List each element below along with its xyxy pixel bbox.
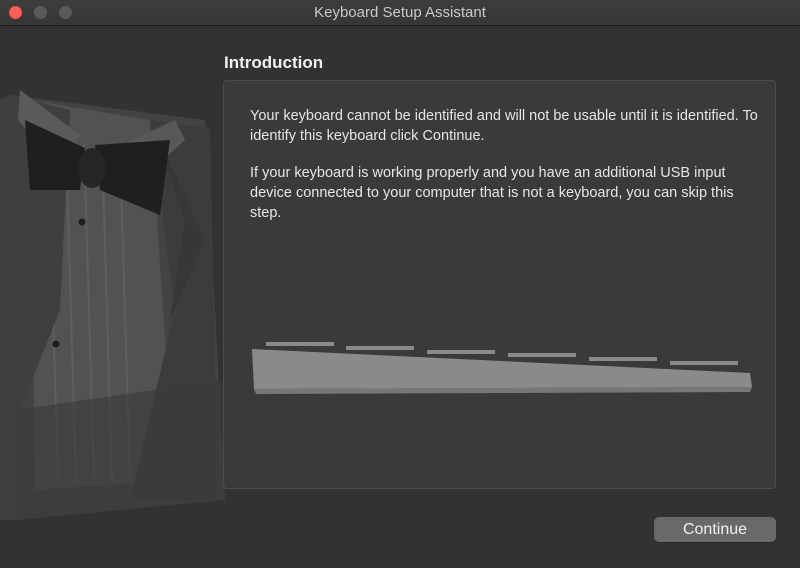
skip-paragraph: If your keyboard is working properly and… <box>250 165 734 221</box>
continue-button[interactable]: Continue <box>654 517 776 542</box>
intro-paragraph: Your keyboard cannot be identified and w… <box>250 108 758 144</box>
keyboard-illustration <box>252 342 752 394</box>
tuxedo-illustration <box>0 90 225 520</box>
content-panel: Your keyboard cannot be identified and w… <box>223 80 776 489</box>
keyboard-setup-window: Keyboard Setup Assistant Introduction Yo… <box>0 0 800 568</box>
page-heading: Introduction <box>224 53 324 72</box>
title-bar: Keyboard Setup Assistant <box>0 0 800 26</box>
window-title: Keyboard Setup Assistant <box>314 4 486 21</box>
